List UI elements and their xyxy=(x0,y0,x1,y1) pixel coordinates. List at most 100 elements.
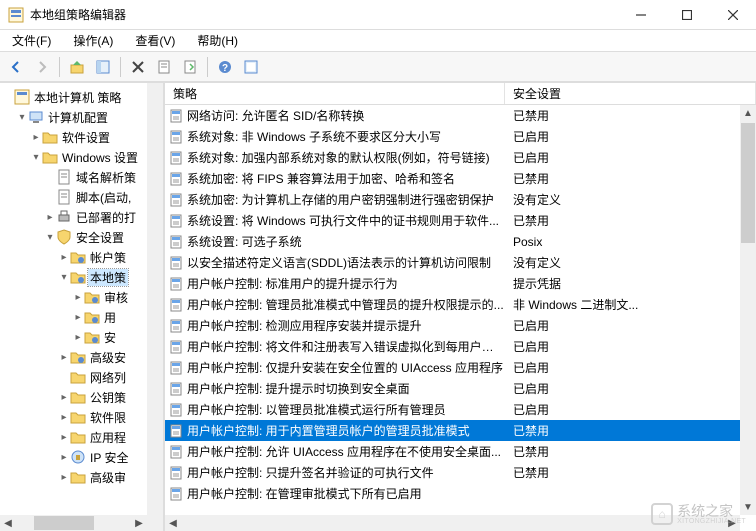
expand-icon[interactable]: ▸ xyxy=(58,472,70,483)
public-key[interactable]: ▸公钥策 xyxy=(0,387,163,407)
policy-row[interactable]: 用户帐户控制: 以管理员批准模式运行所有管理员已启用 xyxy=(165,399,756,420)
refresh-button[interactable] xyxy=(239,55,263,79)
ip-security[interactable]: ▸ IP 安全 xyxy=(0,447,163,467)
expand-icon[interactable]: ▸ xyxy=(58,252,70,263)
local-policies[interactable]: ▾本地策 xyxy=(0,267,163,287)
policy-row[interactable]: 用户帐户控制: 只提升签名并验证的可执行文件已禁用 xyxy=(165,462,756,483)
policy-row[interactable]: 网络访问: 允许匿名 SID/名称转换已禁用 xyxy=(165,105,756,126)
folder-icon xyxy=(70,389,86,405)
computer-config[interactable]: ▾计算机配置 xyxy=(0,107,163,127)
list-vscroll[interactable]: ▲▼ xyxy=(740,105,756,515)
up-button[interactable] xyxy=(65,55,89,79)
doc-icon xyxy=(56,169,72,185)
audit-policy[interactable]: ▸审核 xyxy=(0,287,163,307)
folder-icon xyxy=(42,129,58,145)
expand-icon[interactable]: ▸ xyxy=(72,332,84,343)
security-options[interactable]: ▸安 xyxy=(0,327,163,347)
policy-item-icon xyxy=(167,487,185,501)
expand-icon[interactable]: ▾ xyxy=(30,152,42,163)
policy-row[interactable]: 系统对象: 加强内部系统对象的默认权限(例如，符号链接)已启用 xyxy=(165,147,756,168)
menu-view[interactable]: 查看(V) xyxy=(129,30,181,51)
folder2-icon xyxy=(84,329,100,345)
advanced-audit[interactable]: ▸高级审 xyxy=(0,467,163,487)
menu-file[interactable]: 文件(F) xyxy=(6,30,57,51)
delete-button[interactable] xyxy=(126,55,150,79)
policy-row[interactable]: 用户帐户控制: 将文件和注册表写入错误虚拟化到每用户位置已启用 xyxy=(165,336,756,357)
policy-name: 系统加密: 将 FIPS 兼容算法用于加密、哈希和签名 xyxy=(185,170,505,187)
policy-row[interactable]: 系统加密: 将 FIPS 兼容算法用于加密、哈希和签名已禁用 xyxy=(165,168,756,189)
policy-row[interactable]: 用户帐户控制: 检测应用程序安装并提示提升已启用 xyxy=(165,315,756,336)
policy-row[interactable]: 用户帐户控制: 提升提示时切换到安全桌面已启用 xyxy=(165,378,756,399)
expand-icon[interactable]: ▾ xyxy=(16,112,28,123)
help-button[interactable]: ? xyxy=(213,55,237,79)
expand-icon[interactable]: ▸ xyxy=(58,352,70,363)
policy-row[interactable]: 系统加密: 为计算机上存储的用户密钥强制进行强密钥保护没有定义 xyxy=(165,189,756,210)
folder2-icon xyxy=(84,309,100,325)
name-resolution[interactable]: 域名解析策 xyxy=(0,167,163,187)
tree-vscroll[interactable] xyxy=(147,83,163,531)
policy-name: 用户帐户控制: 将文件和注册表写入错误虚拟化到每用户位置 xyxy=(185,338,505,355)
show-hide-tree-button[interactable] xyxy=(91,55,115,79)
menu-action[interactable]: 操作(A) xyxy=(67,30,119,51)
policy-row[interactable]: 系统设置: 可选子系统Posix xyxy=(165,231,756,252)
software-restrict[interactable]: ▸软件限 xyxy=(0,407,163,427)
col-policy[interactable]: 策略 xyxy=(165,83,505,104)
policy-row[interactable]: 用户帐户控制: 用于内置管理员帐户的管理员批准模式已禁用 xyxy=(165,420,756,441)
policy-row[interactable]: 系统对象: 非 Windows 子系统不要求区分大小写已启用 xyxy=(165,126,756,147)
network-list[interactable]: 网络列 xyxy=(0,367,163,387)
tree-label: 软件设置 xyxy=(60,129,112,146)
policy-item-icon xyxy=(167,466,185,480)
software-settings[interactable]: ▸ 软件设置 xyxy=(0,127,163,147)
col-security[interactable]: 安全设置 xyxy=(505,83,756,104)
expand-icon[interactable]: ▸ xyxy=(72,292,84,303)
properties-button[interactable] xyxy=(152,55,176,79)
policy-setting: 非 Windows 二进制文... xyxy=(505,296,756,313)
policy-setting: 已禁用 xyxy=(505,212,756,229)
back-button[interactable] xyxy=(4,55,28,79)
expand-icon[interactable]: ▸ xyxy=(58,432,70,443)
policy-row[interactable]: 用户帐户控制: 仅提升安装在安全位置的 UIAccess 应用程序已启用 xyxy=(165,357,756,378)
windows-settings[interactable]: ▾Windows 设置 xyxy=(0,147,163,167)
folder-icon xyxy=(42,149,58,165)
expand-icon[interactable]: ▸ xyxy=(58,392,70,403)
policy-item-icon xyxy=(167,424,185,438)
user-rights[interactable]: ▸用 xyxy=(0,307,163,327)
tree-label: IP 安全 xyxy=(88,449,130,466)
tree-pane: 本地计算机 策略▾计算机配置 ▸ 软件设置▾Windows 设置域名解析策脚本(启动… xyxy=(0,83,165,531)
export-button[interactable] xyxy=(178,55,202,79)
expand-icon[interactable]: ▸ xyxy=(58,412,70,423)
expand-icon[interactable]: ▸ xyxy=(72,312,84,323)
security-settings[interactable]: ▾安全设置 xyxy=(0,227,163,247)
list-header: 策略 安全设置 xyxy=(165,83,756,105)
deployed-printers[interactable]: ▸已部署的打 xyxy=(0,207,163,227)
tree-hscroll[interactable]: ◀▶ xyxy=(0,515,147,531)
policy-row[interactable]: 用户帐户控制: 允许 UIAccess 应用程序在不使用安全桌面...已禁用 xyxy=(165,441,756,462)
expand-icon[interactable]: ▸ xyxy=(30,132,42,143)
expand-icon[interactable]: ▸ xyxy=(44,212,56,223)
root-local-policy[interactable]: 本地计算机 策略 xyxy=(0,87,163,107)
folder2-icon xyxy=(70,269,86,285)
policy-row[interactable]: 用户帐户控制: 在管理审批模式下所有已启用 xyxy=(165,483,756,504)
maximize-button[interactable] xyxy=(664,0,710,30)
firewall-advanced[interactable]: ▸高级安 xyxy=(0,347,163,367)
scripts[interactable]: 脚本(启动, xyxy=(0,187,163,207)
policy-row[interactable]: 以安全描述符定义语言(SDDL)语法表示的计算机访问限制没有定义 xyxy=(165,252,756,273)
folder-icon xyxy=(70,429,86,445)
list-hscroll[interactable]: ◀▶ xyxy=(165,515,740,531)
expand-icon[interactable]: ▾ xyxy=(44,232,56,243)
app-control[interactable]: ▸应用程 xyxy=(0,427,163,447)
policy-name: 用户帐户控制: 允许 UIAccess 应用程序在不使用安全桌面... xyxy=(185,443,505,460)
expand-icon[interactable]: ▸ xyxy=(58,452,70,463)
policy-setting: 没有定义 xyxy=(505,191,756,208)
minimize-button[interactable] xyxy=(618,0,664,30)
close-button[interactable] xyxy=(710,0,756,30)
account-policies[interactable]: ▸帐户策 xyxy=(0,247,163,267)
policy-row[interactable]: 用户帐户控制: 管理员批准模式中管理员的提升权限提示的...非 Windows … xyxy=(165,294,756,315)
policy-row[interactable]: 用户帐户控制: 标准用户的提升提示行为提示凭据 xyxy=(165,273,756,294)
policy-name: 系统设置: 可选子系统 xyxy=(185,233,505,250)
expand-icon[interactable]: ▾ xyxy=(58,272,70,283)
menu-help[interactable]: 帮助(H) xyxy=(191,30,244,51)
policy-setting: 已启用 xyxy=(505,128,756,145)
forward-button[interactable] xyxy=(30,55,54,79)
policy-row[interactable]: 系统设置: 将 Windows 可执行文件中的证书规则用于软件...已禁用 xyxy=(165,210,756,231)
